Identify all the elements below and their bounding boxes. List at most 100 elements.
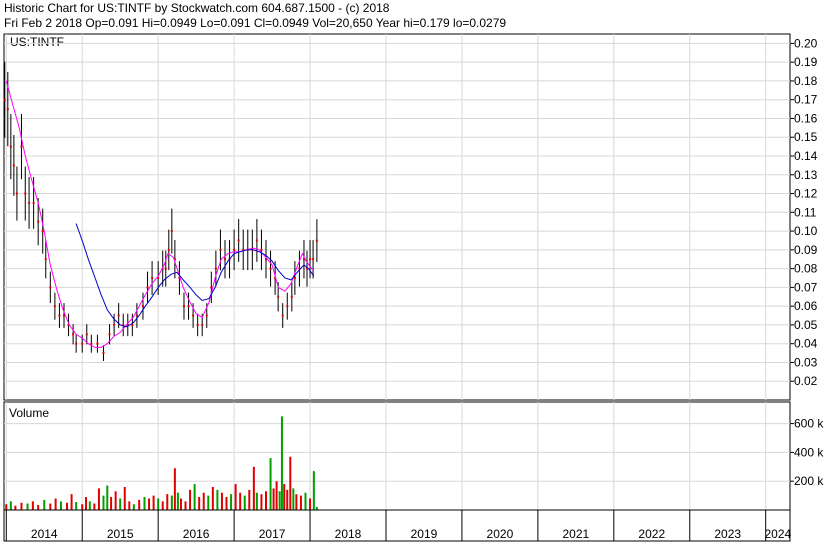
price-close-marker [6,108,9,111]
volume-bar [66,502,69,510]
volume-bar [225,497,228,510]
volume-bar [292,488,295,510]
price-y-tick-label: 0.16 [794,111,818,125]
price-close-marker [37,220,40,223]
price-close-marker [41,230,44,233]
volume-bar [299,495,302,510]
price-close-marker [196,323,199,326]
x-tick-label: 2021 [562,527,589,541]
price-close-marker [15,192,18,195]
price-close-marker [32,201,35,204]
price-y-tick-label: 0.10 [794,224,818,238]
volume-bar [152,495,155,510]
volume-bar [289,456,292,510]
price-close-marker [164,267,167,270]
x-tick-label: 2014 [31,527,58,541]
volume-bar [110,497,113,510]
price-y-tick-label: 0.19 [794,55,818,69]
volume-bar [97,488,100,510]
volume-bar [198,497,201,510]
volume-bar [49,503,52,510]
volume-label: Volume [9,406,49,420]
volume-bar [211,486,214,510]
volume-bar [255,492,258,510]
price-y-tick-label: 0.08 [794,262,818,276]
price-close-marker [24,192,27,195]
volume-bar [128,501,131,510]
volume-y-axis: 600 k 400 k 200 k [790,417,824,488]
x-tick-label: 2019 [411,527,438,541]
price-close-marker [44,258,47,261]
price-close-marker [12,164,15,167]
volume-bar [176,492,179,510]
price-close-marker [182,305,185,308]
price-close-marker [312,258,315,261]
price-y-tick-label: 0.14 [794,149,818,163]
x-tick-label: 2022 [638,527,665,541]
volume-bar [220,492,223,510]
volume-bar [14,505,17,510]
volume-bar [31,501,34,510]
x-tick-label: 2018 [335,527,362,541]
volume-bar [239,492,242,510]
volume-bar [234,484,237,510]
volume-bar [202,492,205,510]
price-close-marker [281,314,284,317]
price-close-marker [96,342,99,345]
volume-bar [248,489,251,510]
price-close-marker [20,145,23,148]
price-close-marker [9,145,12,148]
chart-page: Historic Chart for US:TINTF by Stockwatc… [0,0,830,543]
volume-bar [304,492,307,510]
price-close-marker [151,277,154,279]
volume-bar [43,499,46,510]
price-close-marker [75,342,78,345]
x-tick-label: 2020 [487,527,514,541]
volume-bar [119,498,122,510]
price-close-marker [135,314,138,317]
price-close-marker [28,201,31,204]
quote-summary: Fri Feb 2 2018 Op=0.091 Hi=0.0949 Lo=0.0… [4,16,506,30]
volume-bar [252,466,255,510]
price-close-marker [108,333,111,336]
price-close-marker [260,248,263,251]
volume-bar [184,501,187,510]
volume-bar [207,495,210,510]
volume-bar [269,458,272,510]
price-close-marker [72,333,75,336]
volume-bar [312,471,315,510]
volume-bar [93,503,96,510]
price-close-marker [205,314,208,317]
price-close-marker [90,342,93,345]
price-y-tick-label: 0.20 [794,36,818,50]
price-close-marker [146,286,149,289]
price-close-marker [192,314,195,317]
volume-bar [309,498,312,510]
price-y-tick-label: 0.06 [794,299,818,313]
volume-bar [278,491,281,510]
volume-y-tick-label: 200 k [794,474,824,488]
price-close-marker [3,98,6,101]
price-close-marker [214,267,217,270]
price-close-marker [290,295,293,298]
volume-bar [9,501,12,510]
price-close-marker [277,295,280,298]
price-y-tick-label: 0.12 [794,187,818,201]
x-tick-label: 2017 [259,527,286,541]
volume-bar [88,501,91,510]
volume-bar [157,498,160,510]
price-close-marker [233,248,236,251]
x-tick-label: 2015 [107,527,134,541]
volume-bar [138,499,141,510]
price-close-marker [223,258,226,261]
price-close-marker [293,277,296,279]
price-close-marker [237,239,240,242]
volume-bar [243,495,246,510]
price-close-marker [141,305,144,308]
price-close-marker [58,314,61,317]
price-close-marker [167,248,170,251]
volume-bar [132,504,135,510]
price-y-tick-label: 0.13 [794,168,818,182]
price-y-axis: 0.20 0.19 0.18 0.17 0.16 0.15 0.14 0.13 0.12 0.11… [790,36,818,388]
price-close-marker [49,286,52,289]
